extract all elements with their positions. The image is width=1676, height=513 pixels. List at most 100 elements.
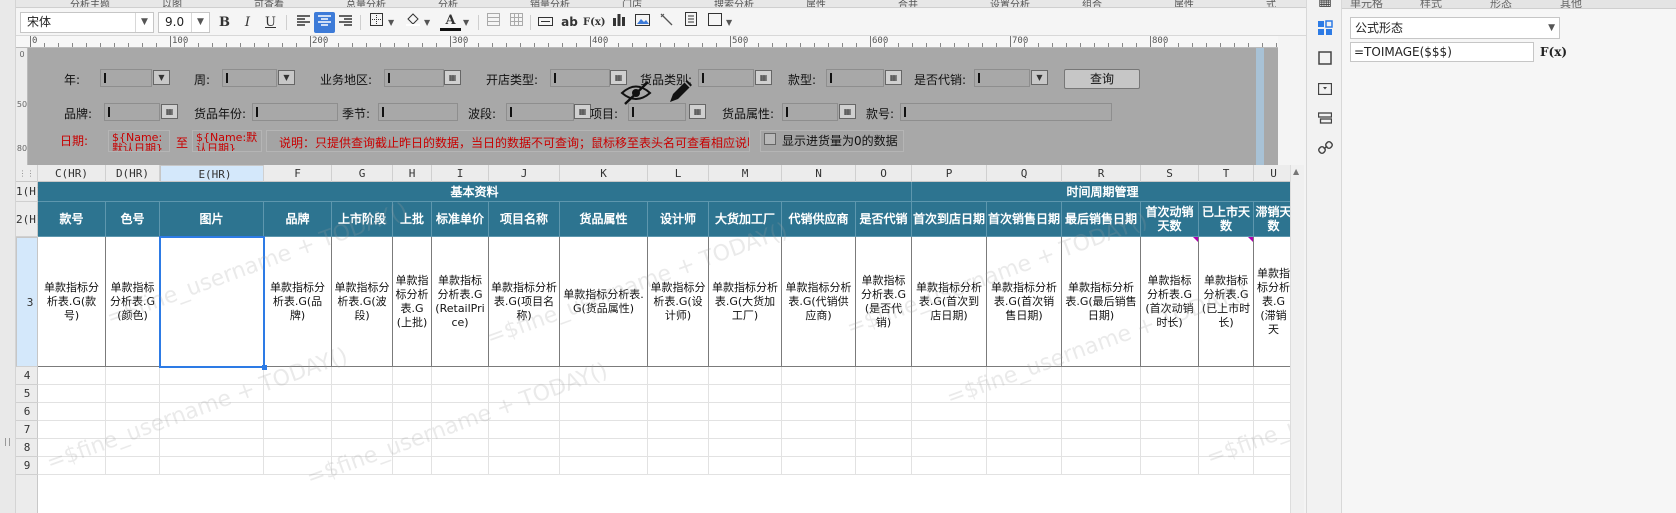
layers-icon[interactable] [1315, 110, 1335, 130]
fill-color-icon[interactable] [402, 12, 423, 33]
insert-text-button[interactable]: ab [559, 12, 580, 33]
row-header[interactable]: 3 [16, 237, 38, 367]
empty-cell[interactable] [782, 421, 856, 439]
formula-cell[interactable]: 单款指标分析表.G(RetailPrice) [432, 237, 489, 367]
empty-cell[interactable] [393, 367, 432, 385]
column-title-cell[interactable]: 项目名称 [489, 202, 560, 237]
empty-cell[interactable] [1254, 367, 1290, 385]
empty-cell[interactable] [912, 439, 987, 457]
empty-cell[interactable] [332, 421, 393, 439]
empty-cell[interactable] [332, 457, 393, 475]
empty-cell[interactable] [782, 403, 856, 421]
style-input[interactable] [826, 69, 884, 87]
empty-cell[interactable] [1141, 439, 1199, 457]
empty-cell[interactable] [648, 457, 709, 475]
column-title-cell[interactable]: 图片 [160, 202, 264, 237]
dropdown-widget-icon[interactable] [1315, 80, 1335, 100]
empty-cell[interactable] [1062, 367, 1141, 385]
empty-cell[interactable] [1062, 439, 1141, 457]
column-header[interactable]: R [1062, 165, 1141, 182]
empty-cell[interactable] [106, 385, 160, 403]
sheet-tab[interactable]: 属性 [806, 0, 826, 7]
cell-attr-icon[interactable]: ▦ [1315, 0, 1335, 10]
column-header[interactable]: J [489, 165, 560, 182]
link-icon[interactable] [1315, 140, 1335, 160]
column-header[interactable]: S [1141, 165, 1199, 182]
tab-style[interactable]: 样式 [1420, 0, 1442, 8]
empty-cell[interactable] [987, 457, 1062, 475]
date-to-field[interactable]: ${Name:默认日期} [192, 130, 262, 152]
tab-other[interactable]: 其他 [1560, 0, 1582, 8]
empty-cell[interactable] [38, 421, 106, 439]
empty-cell[interactable] [489, 403, 560, 421]
store-type-input[interactable] [550, 69, 610, 87]
empty-cell[interactable] [332, 439, 393, 457]
edit-pencil-icon[interactable] [666, 76, 696, 106]
empty-cell[interactable] [709, 385, 782, 403]
column-header[interactable]: P [912, 165, 987, 182]
parameter-panel-scrollbar[interactable] [1256, 48, 1264, 165]
sheet-tab[interactable]: 合并 [898, 0, 918, 7]
italic-button[interactable]: I [237, 12, 258, 33]
empty-cell[interactable] [332, 385, 393, 403]
select-all-corner[interactable]: ⋮⋮ [16, 165, 38, 182]
font-family-select[interactable]: 宋体 ▼ [20, 12, 154, 33]
sheet-tab[interactable]: 组合 [1082, 0, 1102, 7]
empty-cell[interactable] [560, 403, 648, 421]
formula-cell[interactable]: 单款指标分析表.G(波段) [332, 237, 393, 367]
column-title-cell[interactable]: 首次到店日期 [912, 202, 987, 237]
empty-cell[interactable] [332, 367, 393, 385]
empty-cell[interactable] [106, 403, 160, 421]
region-picker-button[interactable]: ▦ [444, 70, 461, 85]
goods-attr-input[interactable] [782, 103, 838, 121]
consign-dropdown-button[interactable]: ▼ [1031, 70, 1048, 85]
chevron-down-icon[interactable]: ▼ [463, 18, 469, 27]
empty-cell[interactable] [489, 439, 560, 457]
resize-grip[interactable] [5, 438, 6, 446]
sheet-tab[interactable]: 搜索分析 [714, 0, 754, 7]
query-button[interactable]: 查询 [1064, 69, 1140, 89]
empty-cell[interactable] [1141, 403, 1199, 421]
split-cells-icon[interactable] [506, 12, 527, 33]
column-title-cell[interactable]: 已上市天数 [1199, 202, 1254, 237]
font-size-select[interactable]: 9.0 ▼ [158, 12, 210, 33]
empty-cell[interactable] [393, 457, 432, 475]
empty-cell[interactable] [1141, 421, 1199, 439]
empty-cell[interactable] [432, 367, 489, 385]
formula-cell[interactable]: 单款指标分析表.G(设计师) [648, 237, 709, 367]
chevron-up-icon[interactable]: ▲ [1293, 167, 1299, 176]
formula-cell[interactable]: 单款指标分析表.G(货品属性) [560, 237, 648, 367]
formula-cell[interactable]: 单款指标分析表.G(项目名称) [489, 237, 560, 367]
fill-handle[interactable] [262, 365, 267, 370]
empty-cell[interactable] [1062, 421, 1141, 439]
empty-cell[interactable] [856, 421, 912, 439]
column-title-cell[interactable]: 滞销天数 [1254, 202, 1290, 237]
empty-cell[interactable] [1199, 421, 1254, 439]
empty-cell[interactable] [332, 403, 393, 421]
column-header[interactable]: U [1254, 165, 1290, 182]
empty-cell[interactable] [393, 385, 432, 403]
empty-cell[interactable] [648, 385, 709, 403]
empty-cell[interactable] [560, 457, 648, 475]
empty-cell[interactable] [393, 421, 432, 439]
row-header[interactable]: 5 [16, 385, 38, 403]
chevron-down-icon[interactable]: ▼ [424, 18, 430, 27]
formula-cell[interactable]: 单款指标分析表.G(首次动销时长) [1141, 237, 1199, 367]
empty-cell[interactable] [560, 421, 648, 439]
empty-cell[interactable] [1199, 439, 1254, 457]
show-zero-checkbox[interactable] [764, 133, 776, 145]
goods-year-input[interactable] [252, 103, 338, 121]
empty-cell[interactable] [1199, 385, 1254, 403]
consign-input[interactable] [974, 69, 1030, 87]
empty-cell[interactable] [1254, 439, 1290, 457]
empty-cell[interactable] [432, 385, 489, 403]
empty-cell[interactable] [1062, 403, 1141, 421]
formula-cell[interactable]: 单款指标分析表.G(品牌) [264, 237, 332, 367]
sub-report-icon[interactable] [704, 12, 725, 33]
empty-cell[interactable] [432, 403, 489, 421]
empty-cell[interactable] [912, 385, 987, 403]
empty-cell[interactable] [912, 457, 987, 475]
empty-cell[interactable] [106, 421, 160, 439]
wave-input[interactable] [506, 103, 574, 121]
empty-cell[interactable] [264, 457, 332, 475]
